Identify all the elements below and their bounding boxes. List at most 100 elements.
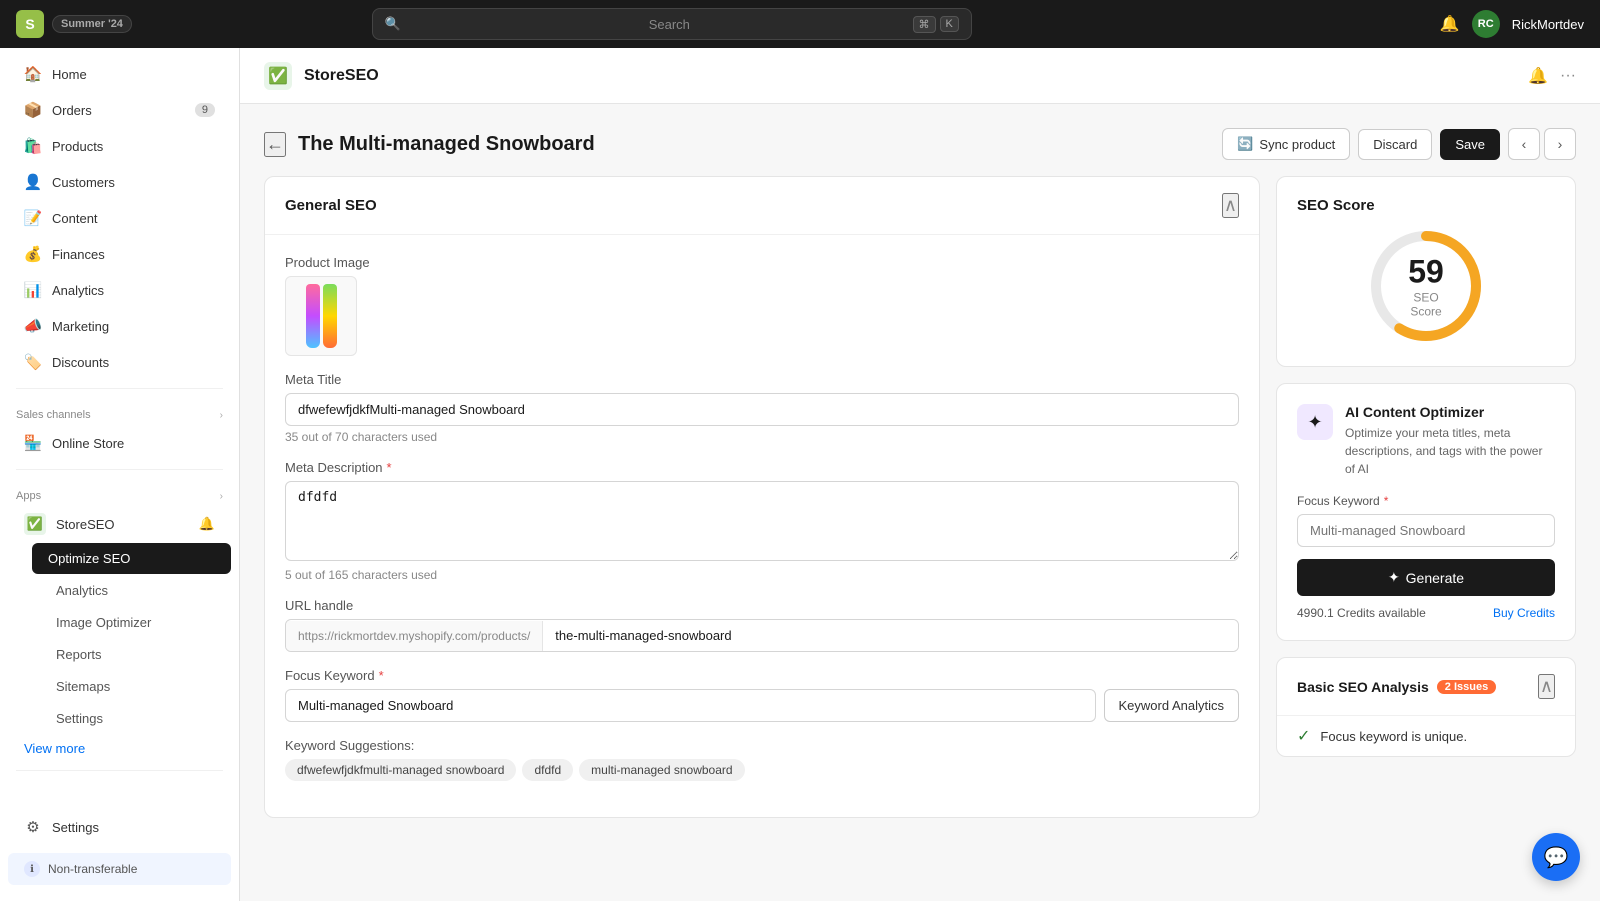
sidebar-item-finances[interactable]: 💰 Finances	[8, 237, 231, 271]
url-suffix-input[interactable]	[543, 620, 1238, 651]
general-seo-title: General SEO	[285, 197, 377, 214]
content-icon: 📝	[24, 209, 42, 227]
page-header: ← The Multi-managed Snowboard 🔄 Sync pro…	[264, 128, 1576, 160]
ai-focus-keyword-input[interactable]	[1297, 514, 1555, 547]
ai-sparkle-icon: ✦	[1297, 404, 1333, 440]
sidebar-item-marketing[interactable]: 📣 Marketing	[8, 309, 231, 343]
back-button[interactable]: ←	[264, 132, 286, 157]
collapse-button[interactable]: ∧	[1222, 193, 1239, 218]
sidebar-item-settings-sub[interactable]: Settings	[40, 703, 231, 734]
reports-label: Reports	[56, 647, 102, 662]
kw-chip-0[interactable]: dfwefewfjdkfmulti-managed snowboard	[285, 759, 516, 781]
ai-card-text: AI Content Optimizer Optimize your meta …	[1345, 404, 1555, 478]
sidebar-item-analytics[interactable]: 📊 Analytics	[8, 273, 231, 307]
notification-bell-icon[interactable]: 🔔	[1440, 14, 1460, 34]
ai-card-header: ✦ AI Content Optimizer Optimize your met…	[1297, 404, 1555, 478]
meta-desc-label: Meta Description *	[285, 460, 1239, 475]
meta-desc-required: *	[387, 460, 392, 475]
buy-credits-link[interactable]: Buy Credits	[1493, 606, 1555, 620]
sidebar-item-analytics-sub[interactable]: Analytics	[40, 575, 231, 606]
ai-required: *	[1384, 494, 1389, 508]
general-seo-card: General SEO ∧ Product Image	[264, 176, 1260, 818]
sync-icon: 🔄	[1237, 136, 1253, 152]
sitemaps-label: Sitemaps	[56, 679, 110, 694]
header-more-icon[interactable]: ···	[1560, 67, 1576, 85]
keyword-analytics-button[interactable]: Keyword Analytics	[1104, 689, 1240, 722]
score-label: SEO Score	[1396, 291, 1456, 319]
search-bar[interactable]: 🔍 Search ⌘ K	[372, 8, 972, 40]
store-seo-sub-nav: Optimize SEO Analytics Image Optimizer R…	[0, 542, 239, 735]
header-bell-icon[interactable]: 🔔	[1528, 66, 1548, 86]
check-ok-icon: ✓	[1297, 726, 1310, 746]
focus-keyword-input[interactable]	[285, 689, 1096, 722]
general-seo-card-header: General SEO ∧	[265, 177, 1259, 235]
sidebar-label-discounts: Discounts	[52, 355, 109, 370]
sidebar-item-online-store[interactable]: 🏪 Online Store	[8, 426, 231, 460]
sidebar-item-home[interactable]: 🏠 Home	[8, 57, 231, 91]
non-transferable-label: Non-transferable	[48, 862, 137, 876]
prev-arrow-button[interactable]: ‹	[1508, 128, 1540, 160]
sidebar-item-content[interactable]: 📝 Content	[8, 201, 231, 235]
meta-title-group: Meta Title 35 out of 70 characters used	[285, 372, 1239, 444]
seo-analysis-title: Basic SEO Analysis 2 Issues	[1297, 679, 1496, 695]
sidebar-label-home: Home	[52, 67, 87, 82]
meta-desc-textarea[interactable]: dfdfd	[285, 481, 1239, 561]
sidebar-item-optimize-seo[interactable]: Optimize SEO	[32, 543, 231, 574]
next-arrow-button[interactable]: ›	[1544, 128, 1576, 160]
board-left	[306, 284, 320, 348]
view-more-link[interactable]: View more	[0, 735, 239, 762]
save-button[interactable]: Save	[1440, 129, 1500, 160]
products-icon: 🛍️	[24, 137, 42, 155]
focus-keyword-label: Focus Keyword *	[285, 668, 1239, 683]
url-handle-group: URL handle https://rickmortdev.myshopify…	[285, 598, 1239, 652]
url-handle-label: URL handle	[285, 598, 1239, 613]
seo-analysis-collapse-button[interactable]: ∧	[1538, 674, 1555, 699]
url-prefix: https://rickmortdev.myshopify.com/produc…	[286, 621, 543, 651]
analytics-icon: 📊	[24, 281, 42, 299]
main-layout: 🏠 Home 📦 Orders 9 🛍️ Products 👤 Customer…	[0, 48, 1600, 901]
sidebar-item-orders[interactable]: 📦 Orders 9	[8, 93, 231, 127]
sidebar: 🏠 Home 📦 Orders 9 🛍️ Products 👤 Customer…	[0, 48, 240, 901]
seo-score-title: SEO Score	[1297, 197, 1375, 214]
image-optimizer-label: Image Optimizer	[56, 615, 151, 630]
sidebar-item-discounts[interactable]: 🏷️ Discounts	[8, 345, 231, 379]
store-seo-app-logo: ✅	[264, 62, 292, 90]
side-column: SEO Score 59 SEO Score	[1276, 176, 1576, 757]
generate-button[interactable]: ✦ Generate	[1297, 559, 1555, 596]
store-seo-bell-icon[interactable]: 🔔	[199, 516, 215, 532]
store-seo-app-item[interactable]: ✅ StoreSEO 🔔	[8, 507, 231, 541]
optimize-seo-label: Optimize SEO	[48, 551, 130, 566]
seo-check-text-0: Focus keyword is unique.	[1320, 729, 1467, 744]
seo-check-item-0: ✓ Focus keyword is unique.	[1277, 715, 1575, 756]
chat-bubble-button[interactable]: 💬	[1532, 833, 1580, 881]
settings-sub-label: Settings	[56, 711, 103, 726]
sidebar-label-finances: Finances	[52, 247, 105, 262]
search-placeholder: Search	[649, 17, 905, 32]
credits-row: 4990.1 Credits available Buy Credits	[1297, 606, 1555, 620]
shortcut-key: K	[940, 16, 959, 32]
user-avatar[interactable]: RC	[1472, 10, 1500, 38]
kw-chip-1[interactable]: dfdfd	[522, 759, 573, 781]
sync-product-button[interactable]: 🔄 Sync product	[1222, 128, 1350, 160]
sidebar-item-customers[interactable]: 👤 Customers	[8, 165, 231, 199]
meta-title-char-count: 35 out of 70 characters used	[285, 430, 1239, 444]
meta-desc-char-count: 5 out of 165 characters used	[285, 568, 1239, 582]
kw-chip-2[interactable]: multi-managed snowboard	[579, 759, 744, 781]
header-icons: 🔔 ···	[1528, 66, 1576, 86]
seo-analysis-header: Basic SEO Analysis 2 Issues ∧	[1277, 658, 1575, 715]
discard-button[interactable]: Discard	[1358, 129, 1432, 160]
sidebar-item-settings[interactable]: ⚙ Settings	[8, 810, 231, 844]
sidebar-item-reports[interactable]: Reports	[40, 639, 231, 670]
sidebar-item-image-optimizer[interactable]: Image Optimizer	[40, 607, 231, 638]
focus-keyword-group: Focus Keyword * Keyword Analytics	[285, 668, 1239, 722]
keyword-chips-container: dfwefewfjdkfmulti-managed snowboard dfdf…	[285, 759, 1239, 781]
score-number: 59 SEO Score	[1396, 254, 1456, 319]
sales-channels-section: Sales channels ›	[0, 397, 239, 425]
shopify-logo: S Summer '24	[16, 10, 132, 38]
sidebar-item-sitemaps[interactable]: Sitemaps	[40, 671, 231, 702]
meta-title-input[interactable]	[285, 393, 1239, 426]
sidebar-item-products[interactable]: 🛍️ Products	[8, 129, 231, 163]
settings-label: Settings	[52, 820, 99, 835]
apps-section: Apps ›	[0, 478, 239, 506]
meta-desc-group: Meta Description * dfdfd 5 out of 165 ch…	[285, 460, 1239, 582]
